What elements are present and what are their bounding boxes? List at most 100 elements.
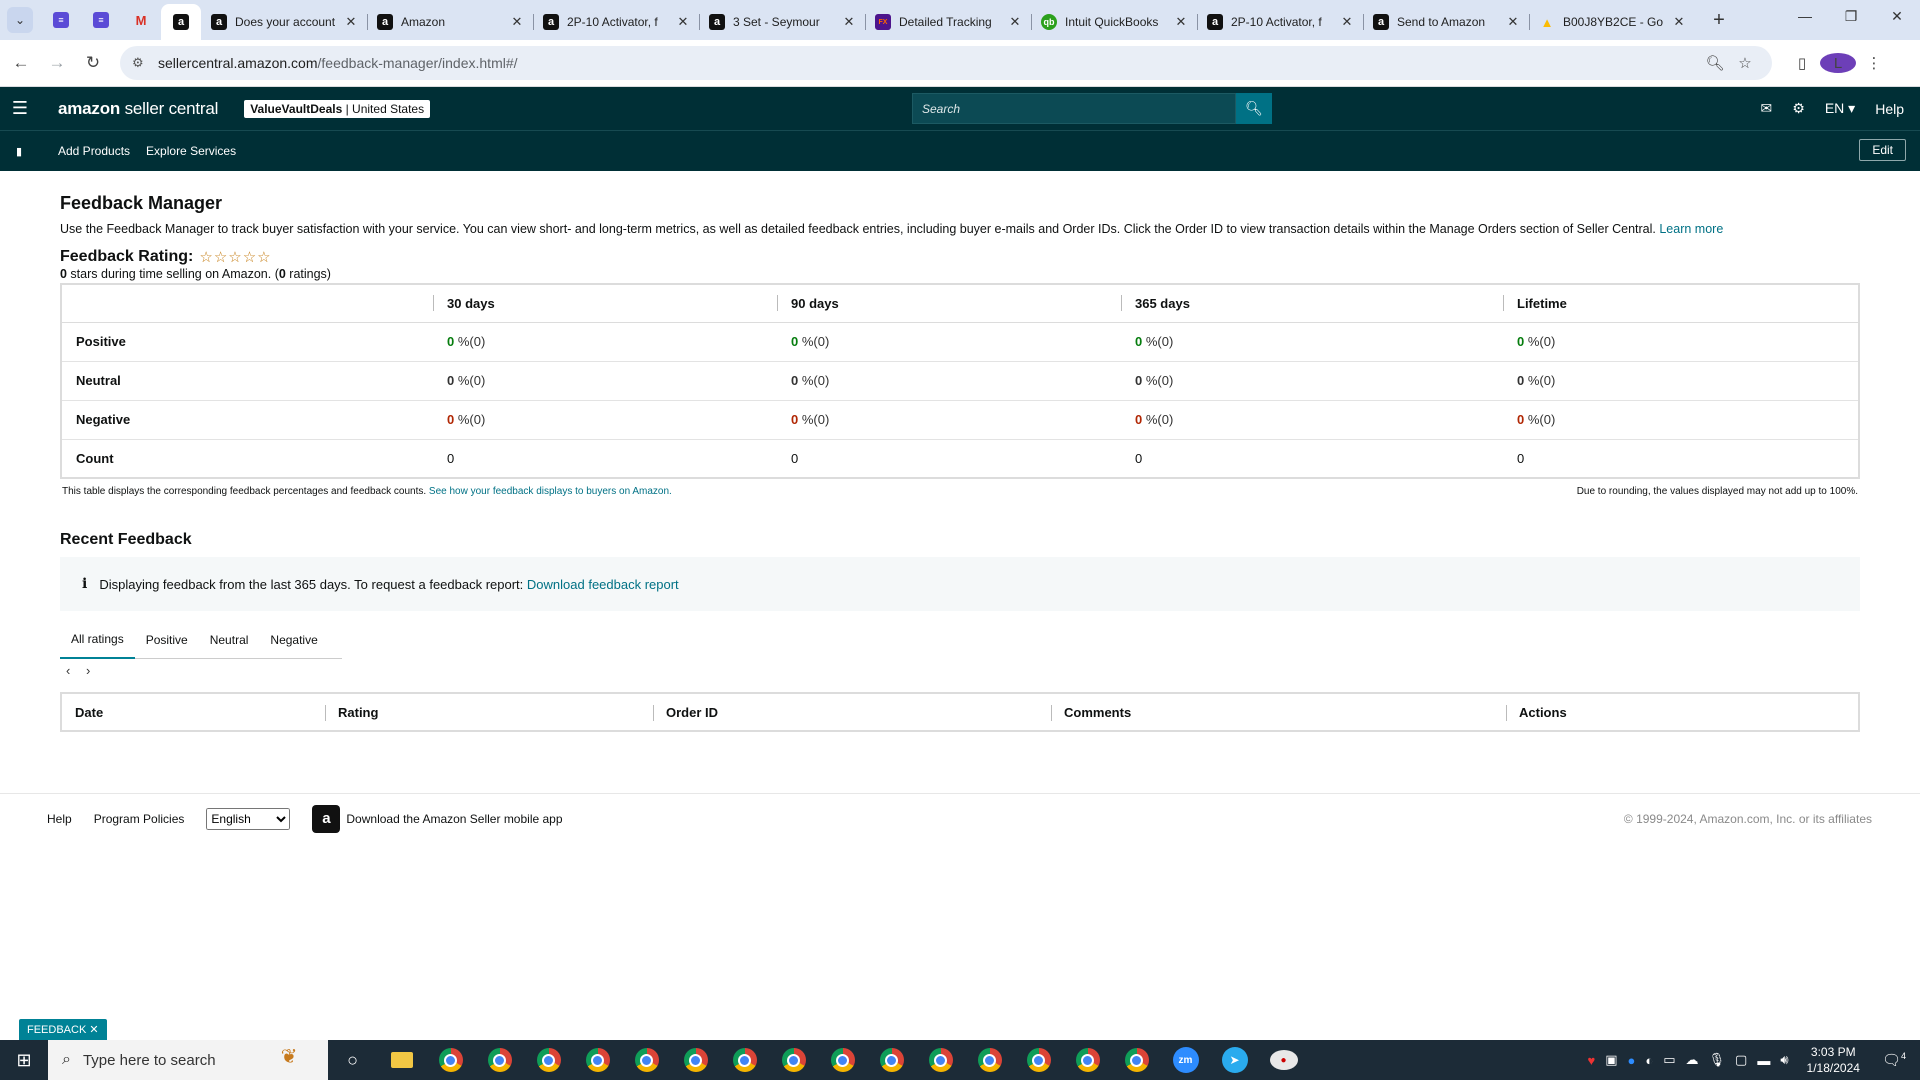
pinned-tab-amazon-active[interactable]: a [161,4,201,40]
browser-tab[interactable]: ▲ B00J8YB2CE - Go ✕ [1529,5,1695,39]
browser-tab[interactable]: qb Intuit QuickBooks ✕ [1031,5,1197,39]
zoom-app-icon[interactable]: zm [1161,1040,1210,1080]
windows-start-icon[interactable]: ⊞ [0,1040,48,1080]
bookmark-icon[interactable]: ▮ [16,145,28,158]
address-bar[interactable]: ⚙ sellercentral.amazon.com/feedback-mana… [120,46,1772,80]
minimize-icon[interactable]: — [1782,0,1828,32]
chrome-taskbar-icon[interactable] [426,1040,475,1080]
tray-app-icon[interactable]: ◐ [1645,1053,1653,1068]
pinned-tab-docs[interactable]: ≡ [41,3,81,37]
chevron-left-icon[interactable]: ‹ [66,663,86,678]
footer-language-select[interactable]: English [206,807,291,830]
taskbar-clock[interactable]: 3:03 PM 1/18/2024 [1807,1044,1860,1076]
chrome-taskbar-icon[interactable] [818,1040,867,1080]
seller-central-logo[interactable]: amazon seller central [58,99,218,119]
close-tab-icon[interactable]: ✕ [1173,14,1189,30]
display-icon[interactable]: ▣ [1605,1052,1617,1068]
gear-icon[interactable]: ⚙ [1792,100,1805,117]
close-tab-icon[interactable]: ✕ [1339,14,1355,30]
volume-icon[interactable]: 🔊︎ [1780,1052,1788,1068]
notification-icon[interactable]: 🗨︎4 [1882,1051,1906,1069]
feedback-button[interactable]: FEEDBACK ✕ [19,1019,107,1040]
edit-nav-button[interactable]: Edit [1859,139,1906,161]
browser-tab[interactable]: a 2P-10 Activator, f ✕ [533,5,699,39]
back-button[interactable]: ← [6,48,36,78]
telegram-icon[interactable]: ➤ [1210,1040,1259,1080]
chrome-taskbar-icon[interactable] [867,1040,916,1080]
task-view-icon[interactable]: ○ [328,1040,377,1080]
chrome-taskbar-icon[interactable] [671,1040,720,1080]
drive-icon[interactable]: ▭ [1663,1052,1675,1068]
side-panel-icon[interactable]: ▯ [1784,54,1820,72]
close-tab-icon[interactable]: ✕ [1505,14,1521,30]
kebab-menu-icon[interactable]: ⋮ [1856,54,1892,72]
nav-explore-services[interactable]: Explore Services [146,144,236,158]
file-explorer-icon[interactable] [377,1040,426,1080]
browser-tab[interactable]: a 2P-10 Activator, f ✕ [1197,5,1363,39]
forward-button[interactable]: → [42,48,72,78]
tab-positive[interactable]: Positive [135,621,199,659]
tab-search-button[interactable]: ⌄ [7,7,33,33]
chevron-right-icon[interactable]: › [86,663,106,678]
amazon-seller-app-icon[interactable]: a [312,804,341,833]
chrome-taskbar-icon[interactable] [1014,1040,1063,1080]
antivirus-icon[interactable]: ♥ [1588,1053,1596,1068]
microphone-icon[interactable]: 🎙︎ [1709,1052,1726,1068]
chrome-taskbar-icon[interactable] [1063,1040,1112,1080]
close-tab-icon[interactable]: ✕ [343,14,359,30]
mail-icon[interactable]: ✉ [1761,100,1773,117]
chrome-taskbar-icon[interactable] [769,1040,818,1080]
account-switcher[interactable]: ValueVaultDeals | United States [244,99,431,118]
chrome-taskbar-icon[interactable] [965,1040,1014,1080]
reload-button[interactable]: ↻ [78,48,108,78]
buyer-display-link[interactable]: See how your feedback displays to buyers… [429,486,672,497]
chrome-taskbar-icon[interactable] [475,1040,524,1080]
nav-add-products[interactable]: Add Products [58,144,130,158]
chrome-taskbar-icon[interactable] [1112,1040,1161,1080]
browser-tab[interactable]: a 3 Set - Seymour ✕ [699,5,865,39]
browser-tab[interactable]: a Amazon ✕ [367,5,533,39]
browser-tab[interactable]: a Send to Amazon ✕ [1363,5,1529,39]
hamburger-menu-icon[interactable]: ☰ [0,98,40,119]
learn-more-link[interactable]: Learn more [1659,222,1723,236]
cloud-icon[interactable]: ☁ [1686,1052,1699,1068]
chrome-taskbar-icon[interactable] [622,1040,671,1080]
profile-button[interactable]: L [1820,53,1856,73]
language-selector[interactable]: EN ▾ [1825,100,1855,117]
camera-icon[interactable]: ▢ [1735,1052,1747,1068]
mobile-app-link[interactable]: Download the Amazon Seller mobile app [346,812,562,826]
pinned-tab-docs-2[interactable]: ≡ [81,3,121,37]
url-text[interactable]: sellercentral.amazon.com/feedback-manage… [158,55,1700,71]
zoom-icon[interactable]: 🔍︎ [1700,54,1730,72]
search-button[interactable]: 🔍︎ [1236,93,1272,124]
footer-policies-link[interactable]: Program Policies [94,812,185,826]
app-cloud-icon[interactable]: ● [1259,1040,1308,1080]
close-tab-icon[interactable]: ✕ [675,14,691,30]
tab-all-ratings[interactable]: All ratings [60,621,135,659]
close-icon[interactable]: ✕ [89,1023,98,1036]
chrome-taskbar-icon[interactable] [573,1040,622,1080]
network-icon[interactable]: ▬ [1757,1053,1770,1068]
taskbar-search[interactable]: ⌕ Type here to search ❦ [48,1040,328,1080]
close-tab-icon[interactable]: ✕ [1671,14,1687,30]
bookmark-star-icon[interactable]: ☆ [1730,54,1760,72]
site-info-icon[interactable]: ⚙ [132,55,152,71]
zoom-tray-icon[interactable]: ● [1628,1053,1636,1068]
download-report-link[interactable]: Download feedback report [527,577,679,592]
tab-neutral[interactable]: Neutral [199,621,260,659]
close-tab-icon[interactable]: ✕ [841,14,857,30]
new-tab-button[interactable]: + [1705,9,1733,32]
chrome-taskbar-icon[interactable] [916,1040,965,1080]
browser-tab[interactable]: a Does your account ✕ [201,5,367,39]
footer-help-link[interactable]: Help [47,812,72,826]
browser-tab[interactable]: FX Detailed Tracking ✕ [865,5,1031,39]
pinned-tab-gmail[interactable]: M [121,3,161,37]
close-tab-icon[interactable]: ✕ [1007,14,1023,30]
close-tab-icon[interactable]: ✕ [509,14,525,30]
close-window-icon[interactable]: ✕ [1874,0,1920,32]
help-link[interactable]: Help [1875,101,1904,117]
chrome-taskbar-icon[interactable] [720,1040,769,1080]
restore-icon[interactable]: ❐ [1828,0,1874,32]
seller-search-input[interactable] [912,93,1236,124]
chrome-taskbar-icon[interactable] [524,1040,573,1080]
